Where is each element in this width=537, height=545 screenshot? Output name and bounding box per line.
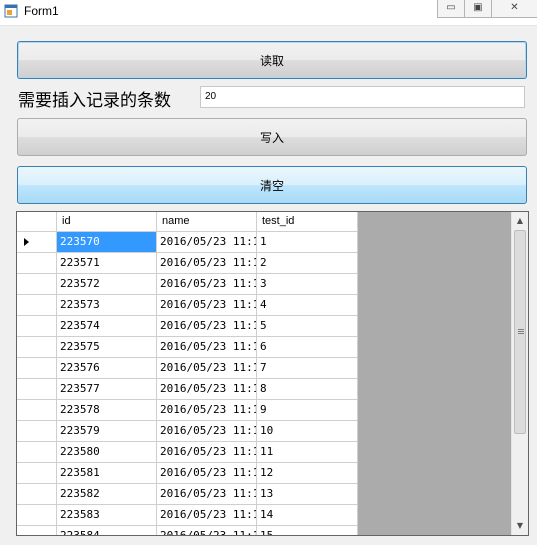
grid-cell-name[interactable]: 2016/05/23 11:15: [157, 337, 257, 358]
row-header[interactable]: [17, 253, 57, 274]
grid-cell-name[interactable]: 2016/05/23 11:15: [157, 379, 257, 400]
grid-cell-id[interactable]: 223580: [57, 442, 157, 463]
scroll-down-arrow-icon[interactable]: ▼: [512, 517, 528, 534]
grid-cell-name[interactable]: 2016/05/23 11:15: [157, 274, 257, 295]
minimize-button[interactable]: ▭: [437, 0, 465, 18]
grid-cell-name[interactable]: 2016/05/23 11:15: [157, 484, 257, 505]
grid-cell-id[interactable]: 223582: [57, 484, 157, 505]
grid-cell-test-id[interactable]: 9: [257, 400, 358, 421]
grid-cell-id[interactable]: 223584: [57, 526, 157, 535]
scroll-thumb[interactable]: [514, 230, 526, 434]
grid-cell-test-id[interactable]: 15: [257, 526, 358, 535]
grid-cell-id[interactable]: 223578: [57, 400, 157, 421]
write-button[interactable]: 写入: [17, 118, 527, 156]
grid-cell-name[interactable]: 2016/05/23 11:15: [157, 505, 257, 526]
grid-cell-id[interactable]: 223577: [57, 379, 157, 400]
grid-cell-name[interactable]: 2016/05/23 11:15: [157, 400, 257, 421]
row-header[interactable]: [17, 295, 57, 316]
grid-cell-id[interactable]: 223575: [57, 337, 157, 358]
grid-cell-id[interactable]: 223574: [57, 316, 157, 337]
clear-button[interactable]: 清空: [17, 166, 527, 204]
data-grid[interactable]: id name test_id 223570 2016/05/23 11:15 1 2…: [16, 211, 529, 536]
grid-cell-test-id[interactable]: 3: [257, 274, 358, 295]
grid-cell-name[interactable]: 2016/05/23 11:15: [157, 295, 257, 316]
column-header-test-id[interactable]: test_id: [257, 212, 358, 232]
scroll-up-arrow-icon[interactable]: ▲: [512, 212, 528, 229]
app-icon: [4, 4, 18, 18]
grid-cell-test-id[interactable]: 12: [257, 463, 358, 484]
grip-line: [518, 329, 524, 330]
row-header[interactable]: [17, 232, 57, 253]
grip-line: [518, 331, 524, 332]
grid-cell-name[interactable]: 2016/05/23 11:15: [157, 442, 257, 463]
grid-cell-id[interactable]: 223572: [57, 274, 157, 295]
row-header[interactable]: [17, 274, 57, 295]
grip-line: [518, 333, 524, 334]
grid-cell-id[interactable]: 223581: [57, 463, 157, 484]
grid-cell-name[interactable]: 2016/05/23 11:15: [157, 232, 257, 253]
grid-cell-name[interactable]: 2016/05/23 11:15: [157, 358, 257, 379]
record-count-label: 需要插入记录的条数: [18, 91, 171, 111]
read-button[interactable]: 读取: [17, 41, 527, 79]
grid-cell-id[interactable]: 223573: [57, 295, 157, 316]
grid-cell-test-id[interactable]: 2: [257, 253, 358, 274]
current-row-indicator-icon: [24, 238, 29, 246]
grid-cell-test-id[interactable]: 1: [257, 232, 358, 253]
row-header[interactable]: [17, 421, 57, 442]
grid-cell-id[interactable]: 223579: [57, 421, 157, 442]
column-header-name[interactable]: name: [157, 212, 257, 232]
grid-cell-test-id[interactable]: 4: [257, 295, 358, 316]
grid-cell-test-id[interactable]: 7: [257, 358, 358, 379]
row-header[interactable]: [17, 358, 57, 379]
grid-cell-test-id[interactable]: 6: [257, 337, 358, 358]
row-header[interactable]: [17, 442, 57, 463]
record-count-input[interactable]: 20: [200, 86, 525, 108]
grid-cell-test-id[interactable]: 8: [257, 379, 358, 400]
vertical-scrollbar[interactable]: ▲ ▼: [511, 212, 528, 535]
title-bar: Form1 ▭ ▣ ✕: [0, 0, 537, 26]
grid-cell-test-id[interactable]: 11: [257, 442, 358, 463]
row-header[interactable]: [17, 316, 57, 337]
row-header[interactable]: [17, 505, 57, 526]
row-header[interactable]: [17, 463, 57, 484]
grid-cell-name[interactable]: 2016/05/23 11:15: [157, 253, 257, 274]
row-header[interactable]: [17, 337, 57, 358]
corner-header-cell[interactable]: [17, 212, 57, 232]
grid-cell-test-id[interactable]: 13: [257, 484, 358, 505]
grid-cell-name[interactable]: 2016/05/23 11:15: [157, 316, 257, 337]
row-header[interactable]: [17, 484, 57, 505]
grid-cell-id[interactable]: 223576: [57, 358, 157, 379]
column-header-id[interactable]: id: [57, 212, 157, 232]
row-header[interactable]: [17, 526, 57, 535]
grid-cell-name[interactable]: 2016/05/23 11:15: [157, 526, 257, 535]
grid-cell-id[interactable]: 223583: [57, 505, 157, 526]
grid-cell-test-id[interactable]: 5: [257, 316, 358, 337]
grid-cell-id[interactable]: 223571: [57, 253, 157, 274]
maximize-button[interactable]: ▣: [464, 0, 492, 18]
grid-cell-name[interactable]: 2016/05/23 11:15: [157, 421, 257, 442]
row-header[interactable]: [17, 400, 57, 421]
grid-cell-test-id[interactable]: 14: [257, 505, 358, 526]
row-header[interactable]: [17, 379, 57, 400]
close-button[interactable]: ✕: [491, 0, 537, 18]
grid-cell-name[interactable]: 2016/05/23 11:15: [157, 463, 257, 484]
window-title: Form1: [24, 4, 59, 18]
grid-cell-test-id[interactable]: 10: [257, 421, 358, 442]
grid-cell-id[interactable]: 223570: [57, 232, 157, 253]
